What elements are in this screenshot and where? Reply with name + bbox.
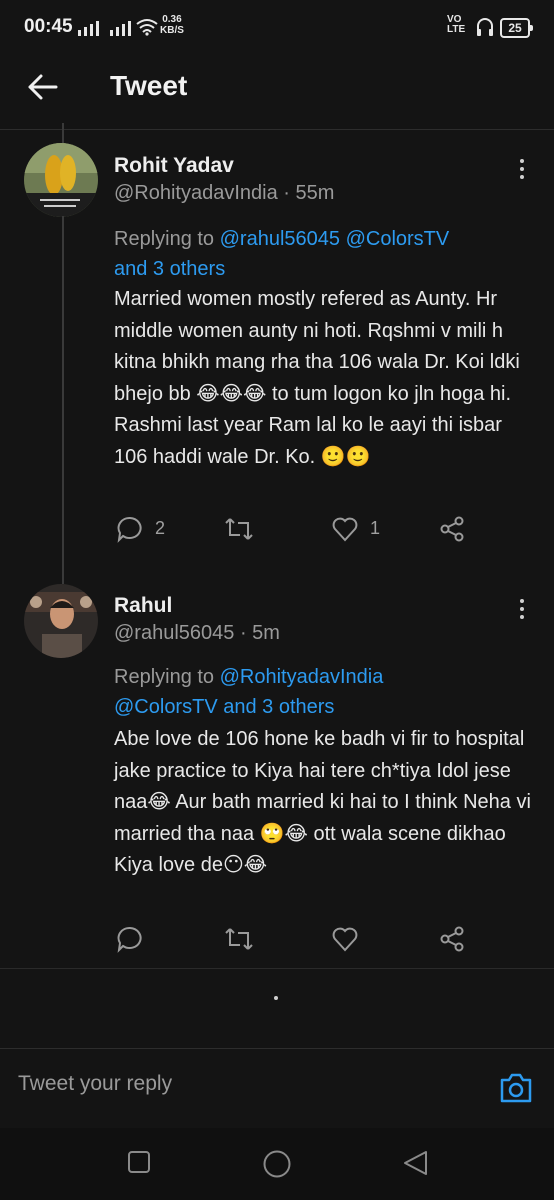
author-handle[interactable]: @rahul56045 (114, 622, 234, 644)
tweet-time: · 55m (277, 182, 335, 204)
reply-button[interactable] (116, 925, 144, 958)
more-options-icon (512, 599, 532, 619)
retweet-icon (225, 928, 253, 950)
author-name[interactable]: Rahul (114, 594, 172, 618)
replying-prefix: Replying to (114, 228, 220, 250)
tweet-text: Abe love de 106 hone ke badh vi fir to h… (114, 728, 531, 876)
like-icon (332, 517, 358, 542)
like-icon (332, 927, 358, 952)
recent-apps-icon (128, 1151, 150, 1173)
mention-link[interactable]: @ColorsTV (346, 228, 450, 250)
home-button[interactable] (262, 1149, 292, 1184)
volte-indicator: VO LTE (447, 15, 465, 35)
net-speed-value: 0.36 (162, 14, 182, 25)
tweet-divider (0, 968, 554, 969)
share-button[interactable] (439, 515, 467, 548)
header-divider (0, 129, 554, 130)
back-button[interactable] (26, 72, 60, 102)
author-handle-line: @rahul56045 · 5m (114, 622, 280, 645)
avatar[interactable] (24, 143, 98, 217)
share-icon (440, 516, 464, 542)
net-speed-unit: KB/S (160, 25, 184, 36)
volte-bottom: LTE (447, 24, 466, 35)
reply-bar-divider (0, 1048, 554, 1049)
thread-connector (62, 216, 64, 584)
avatar[interactable] (24, 584, 98, 658)
loading-dot (274, 996, 278, 1000)
others-link[interactable]: and 3 others (223, 696, 334, 718)
back-icon (404, 1151, 427, 1175)
wifi-icon (136, 19, 158, 36)
like-count: 1 (370, 518, 381, 538)
like-button[interactable] (331, 515, 359, 548)
retweet-button[interactable] (224, 925, 254, 958)
author-handle-line: @RohityadavIndia · 55m (114, 182, 334, 205)
reply-input[interactable]: Tweet your reply (18, 1072, 478, 1096)
replying-to: Replying to @rahul56045 @ColorsTV and 3 … (114, 224, 534, 284)
camera-icon (500, 1073, 532, 1103)
thread-connector (62, 123, 64, 145)
page-title: Tweet (110, 70, 188, 101)
replying-to: Replying to @RohityadavIndia @ColorsTV a… (114, 662, 534, 722)
avatar-image (24, 143, 98, 217)
author-name[interactable]: Rohit Yadav (114, 154, 234, 178)
others-link[interactable]: and 3 others (114, 258, 225, 280)
network-speed: 0.36 KB/S (160, 14, 184, 36)
mention-link[interactable]: @RohityadavIndia (220, 666, 384, 688)
back-arrow-icon (28, 74, 58, 100)
share-icon (440, 926, 464, 952)
tweet-text: Married women mostly refered as Aunty. H… (114, 288, 520, 468)
recent-apps-button[interactable] (127, 1150, 151, 1179)
reply-count: 2 (155, 518, 166, 538)
more-options-button[interactable] (512, 155, 532, 185)
headphones-icon (477, 18, 493, 36)
more-options-icon (512, 159, 532, 179)
author-handle[interactable]: @RohityadavIndia (114, 182, 278, 204)
replying-prefix: Replying to (114, 666, 220, 688)
like-button[interactable] (331, 925, 359, 958)
tweet-time: · 5m (234, 622, 280, 644)
mention-link[interactable]: @rahul56045 (220, 228, 340, 250)
status-time: 00:45 (24, 16, 73, 37)
nav-back-button[interactable] (402, 1150, 430, 1181)
share-button[interactable] (439, 925, 467, 958)
home-icon (263, 1150, 291, 1178)
mention-link[interactable]: @ColorsTV (114, 696, 218, 718)
avatar-image (24, 584, 98, 658)
status-bar: 00:45 0.36 KB/S VO LTE 25 (0, 0, 554, 56)
system-nav-bar (0, 1128, 554, 1200)
reply-icon (117, 926, 142, 953)
retweet-button[interactable] (224, 515, 254, 548)
retweet-icon (225, 518, 253, 540)
more-options-button[interactable] (512, 595, 532, 625)
camera-button[interactable] (498, 1070, 534, 1106)
battery-indicator: 25 (500, 18, 533, 38)
reply-button[interactable] (116, 515, 144, 548)
reply-icon (117, 516, 142, 543)
